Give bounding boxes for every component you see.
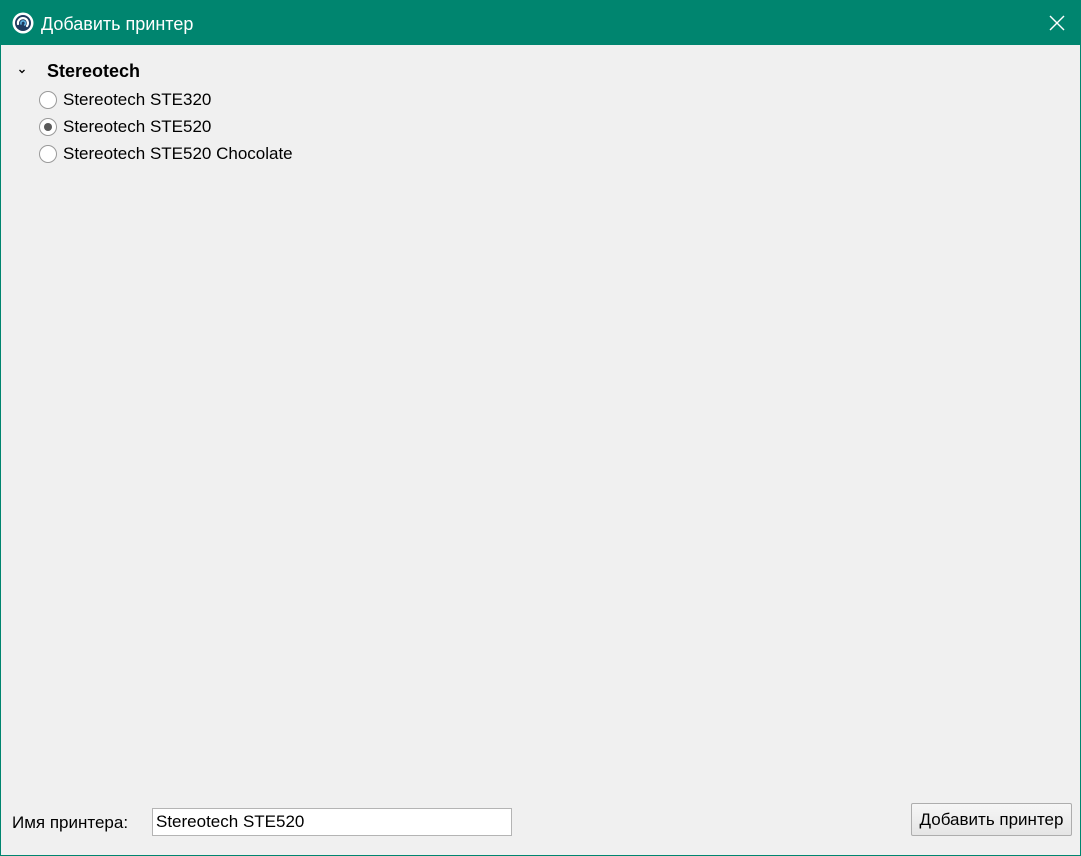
printer-option-label: Stereotech STE320: [63, 90, 212, 109]
printer-name-input[interactable]: [152, 808, 512, 836]
add-printer-dialog: Добавить принтер Stereotech Stereotech S…: [0, 0, 1081, 856]
chevron-down-icon[interactable]: [16, 65, 28, 77]
tree-group-stereotech[interactable]: Stereotech: [1, 59, 401, 83]
tree-group-label: Stereotech: [47, 61, 141, 81]
window-title: Добавить принтер: [41, 14, 194, 34]
printer-option-label: Stereotech STE520 Chocolate: [63, 144, 293, 163]
printer-option-label: Stereotech STE520: [63, 117, 212, 136]
title-bar: Добавить принтер: [1, 1, 1080, 45]
radio-button[interactable]: [39, 145, 57, 163]
app-logo-icon: [12, 12, 34, 34]
printer-option-ste520-chocolate[interactable]: Stereotech STE520 Chocolate: [39, 143, 439, 167]
printer-option-ste520[interactable]: Stereotech STE520: [39, 116, 439, 140]
close-button[interactable]: [1034, 1, 1080, 45]
printer-name-label: Имя принтера:: [12, 813, 129, 832]
close-icon: [1049, 15, 1065, 31]
printer-option-ste320[interactable]: Stereotech STE320: [39, 89, 439, 113]
add-printer-button[interactable]: Добавить принтер: [911, 803, 1072, 836]
radio-button-selected[interactable]: [39, 118, 57, 136]
radio-button[interactable]: [39, 91, 57, 109]
